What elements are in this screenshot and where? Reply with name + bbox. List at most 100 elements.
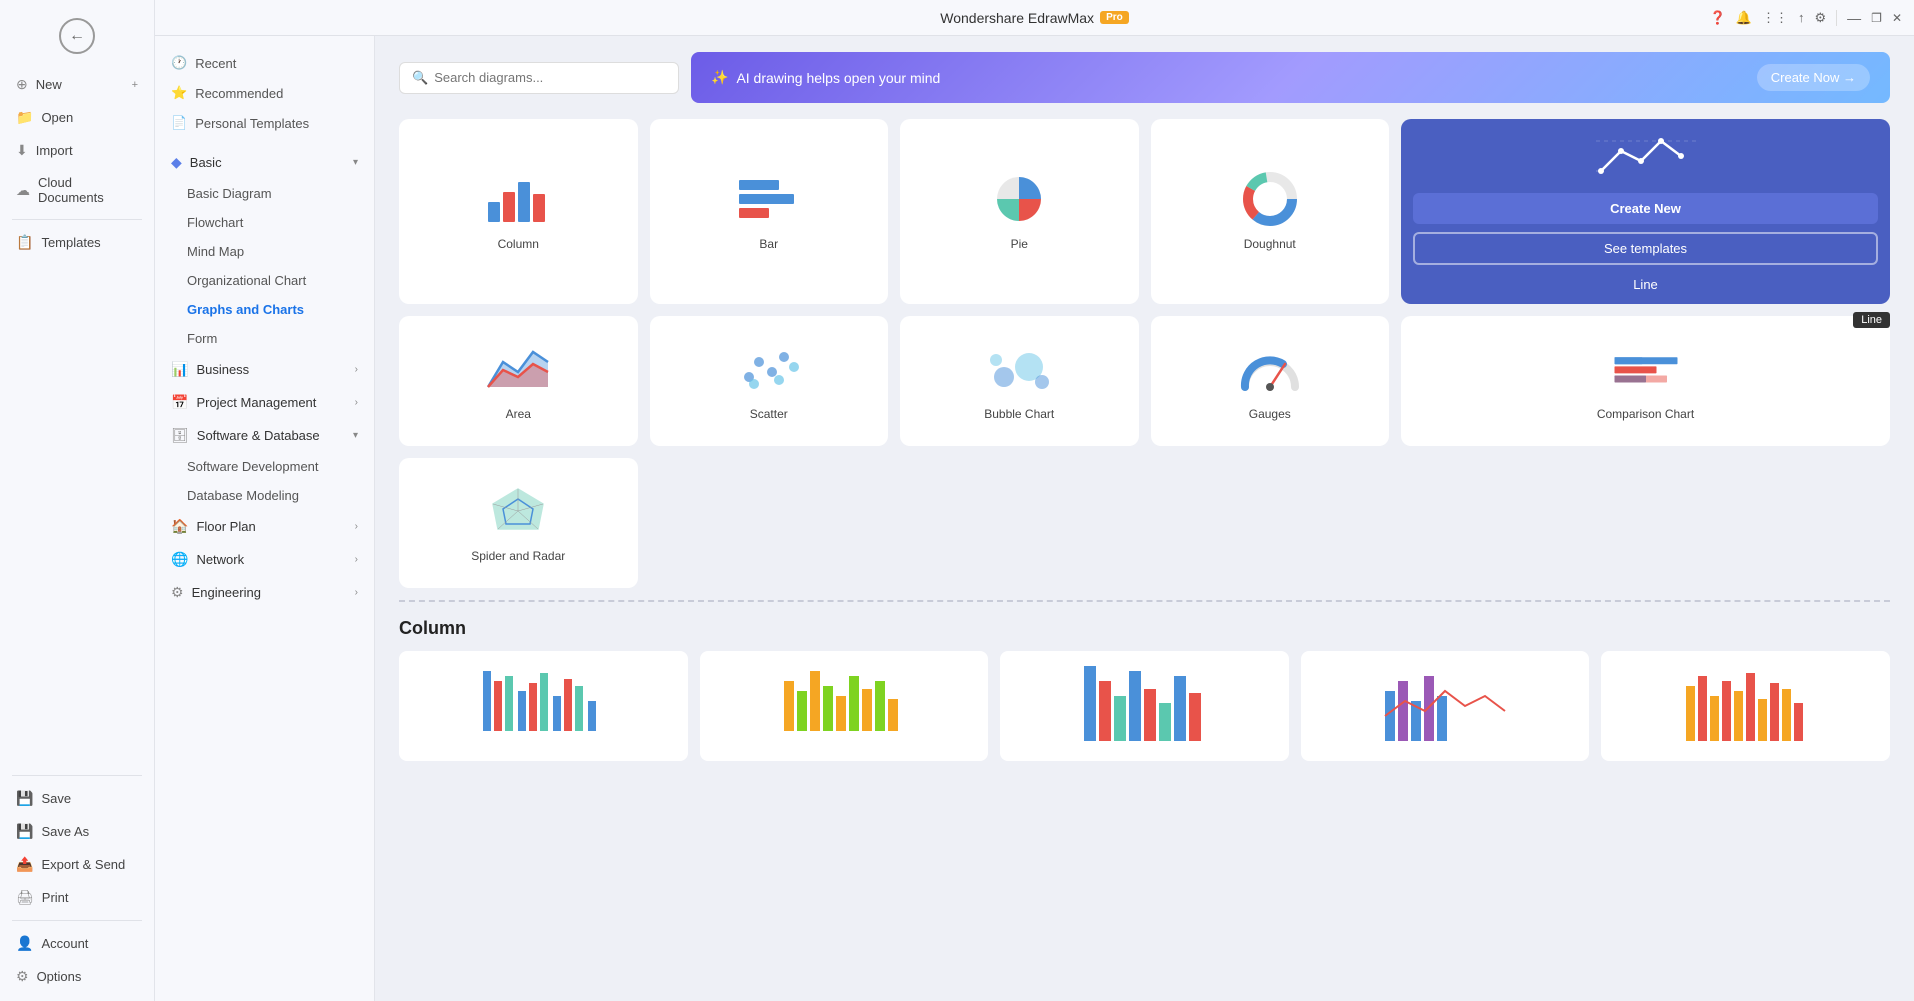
chart-card-line-special[interactable]: Create New See templates Line Line bbox=[1401, 119, 1890, 304]
template-card-1[interactable] bbox=[399, 651, 688, 761]
sidebar-item-open[interactable]: 📁 Open bbox=[0, 101, 154, 134]
charts-row3: Spider and Radar bbox=[399, 458, 1890, 588]
chart-card-column[interactable]: Column bbox=[399, 119, 638, 304]
sidebar-narrow: ← ⊕ New + 📁 Open ⬇ Import ☁ Cloud Docume… bbox=[0, 0, 155, 1001]
app-title: Wondershare EdrawMax bbox=[940, 10, 1094, 26]
template-placeholder-1 bbox=[399, 651, 688, 761]
chart-card-gauges[interactable]: Gauges bbox=[1151, 316, 1390, 446]
ai-banner-text: ✨ AI drawing helps open your mind bbox=[711, 69, 940, 86]
content-body: 🕐 Recent ⭐ Recommended 📄 Personal Templa… bbox=[155, 36, 1914, 1001]
minimize-button[interactable]: — bbox=[1847, 10, 1861, 26]
main-nav-section: ⊕ New + 📁 Open ⬇ Import ☁ Cloud Document… bbox=[0, 64, 154, 263]
nav-org-chart[interactable]: Organizational Chart bbox=[155, 266, 374, 295]
nav-section-network[interactable]: 🌐 Network › bbox=[155, 543, 374, 576]
template-card-5[interactable] bbox=[1601, 651, 1890, 761]
restore-button[interactable]: ❐ bbox=[1871, 11, 1882, 25]
sidebar-item-import[interactable]: ⬇ Import bbox=[0, 134, 154, 167]
column-label: Column bbox=[498, 237, 539, 251]
create-now-button[interactable]: Create Now → bbox=[1757, 64, 1870, 91]
template-preview-4 bbox=[1380, 661, 1510, 751]
chart-card-spider[interactable]: Spider and Radar bbox=[399, 458, 638, 588]
nav-section-engineering[interactable]: ⚙ Engineering › bbox=[155, 576, 374, 609]
search-input[interactable] bbox=[434, 70, 666, 85]
nav-basic-diagram[interactable]: Basic Diagram bbox=[155, 179, 374, 208]
sidebar-item-options[interactable]: ⚙ Options bbox=[0, 960, 154, 993]
print-icon: 🖨 bbox=[16, 889, 34, 906]
sidebar-item-account[interactable]: 👤 Account bbox=[0, 927, 154, 960]
section-divider bbox=[399, 600, 1890, 602]
sidebar-item-saveas[interactable]: 💾 Save As bbox=[0, 815, 154, 848]
nav-software-dev[interactable]: Software Development bbox=[155, 452, 374, 481]
nav-section-basic[interactable]: ◆ Basic ▾ bbox=[155, 146, 374, 179]
help-icon[interactable]: ❓ bbox=[1710, 10, 1726, 26]
divider3 bbox=[12, 920, 142, 921]
nav-mind-map[interactable]: Mind Map bbox=[155, 237, 374, 266]
area-label: Area bbox=[506, 407, 531, 421]
settings-icon[interactable]: ⚙ bbox=[1815, 10, 1827, 26]
top-bar: 🔍 ✨ AI drawing helps open your mind Crea… bbox=[399, 52, 1890, 103]
see-templates-button[interactable]: See templates bbox=[1413, 232, 1878, 265]
template-preview-2 bbox=[779, 661, 909, 751]
app-title-area: Wondershare EdrawMax Pro bbox=[940, 10, 1128, 26]
share-icon[interactable]: ↑ bbox=[1798, 10, 1805, 25]
line-chart-preview bbox=[1596, 131, 1696, 181]
search-box[interactable]: 🔍 bbox=[399, 62, 679, 94]
recent-icon: 🕐 bbox=[171, 55, 187, 71]
nav-section-business[interactable]: 📊 Business › bbox=[155, 353, 374, 386]
notifications-icon[interactable]: 🔔 bbox=[1736, 10, 1752, 26]
column-section-title: Column bbox=[399, 618, 1890, 639]
chevron-right-icon2: › bbox=[355, 397, 358, 408]
nav-flowchart[interactable]: Flowchart bbox=[155, 208, 374, 237]
floor-plan-icon: 🏠 bbox=[171, 518, 188, 535]
sidebar-item-print[interactable]: 🖨 Print bbox=[0, 881, 154, 914]
nav-recent[interactable]: 🕐 Recent bbox=[155, 48, 374, 78]
sidebar-item-cloud[interactable]: ☁ Cloud Documents bbox=[0, 167, 154, 213]
business-icon: 📊 bbox=[171, 361, 188, 378]
personal-icon: 📄 bbox=[171, 115, 187, 131]
software-db-sub-items: Software Development Database Modeling bbox=[155, 452, 374, 510]
content-area: Wondershare EdrawMax Pro ❓ 🔔 ⋮⋮ ↑ ⚙ — ❐ … bbox=[155, 0, 1914, 1001]
chart-card-bar[interactable]: Bar bbox=[650, 119, 889, 304]
chevron-down-icon2: ▾ bbox=[353, 430, 358, 441]
close-button[interactable]: ✕ bbox=[1892, 11, 1902, 25]
template-card-3[interactable] bbox=[1000, 651, 1289, 761]
template-card-2[interactable] bbox=[700, 651, 989, 761]
sidebar-item-templates[interactable]: 📋 Templates bbox=[0, 226, 154, 259]
apps-icon[interactable]: ⋮⋮ bbox=[1762, 10, 1788, 26]
pie-chart-icon bbox=[984, 172, 1054, 227]
nav-personal-templates[interactable]: 📄 Personal Templates bbox=[155, 108, 374, 138]
spider-label: Spider and Radar bbox=[471, 549, 565, 563]
chart-card-scatter[interactable]: Scatter bbox=[650, 316, 889, 446]
nav-graphs-charts[interactable]: Graphs and Charts bbox=[155, 295, 374, 324]
chevron-right-icon5: › bbox=[355, 587, 358, 598]
template-card-4[interactable] bbox=[1301, 651, 1590, 761]
account-icon: 👤 bbox=[16, 935, 33, 952]
nav-recommended[interactable]: ⭐ Recommended bbox=[155, 78, 374, 108]
nav-section-floor-plan[interactable]: 🏠 Floor Plan › bbox=[155, 510, 374, 543]
create-new-button[interactable]: Create New bbox=[1413, 193, 1878, 224]
nav-form[interactable]: Form bbox=[155, 324, 374, 353]
back-button[interactable]: ← bbox=[0, 8, 154, 64]
nav-db-modeling[interactable]: Database Modeling bbox=[155, 481, 374, 510]
basic-sub-items: Basic Diagram Flowchart Mind Map Organiz… bbox=[155, 179, 374, 353]
comparison-label: Comparison Chart bbox=[1597, 407, 1694, 421]
chart-card-doughnut[interactable]: Doughnut bbox=[1151, 119, 1390, 304]
chevron-right-icon4: › bbox=[355, 554, 358, 565]
chart-card-comparison[interactable]: Comparison Chart bbox=[1401, 316, 1890, 446]
chart-card-pie[interactable]: Pie bbox=[900, 119, 1139, 304]
template-placeholder-2 bbox=[700, 651, 989, 761]
line-chart-label: Line bbox=[1633, 277, 1658, 292]
chart-card-bubble[interactable]: Bubble Chart bbox=[900, 316, 1139, 446]
nav-section-project-mgmt[interactable]: 📅 Project Management › bbox=[155, 386, 374, 419]
sidebar-item-save[interactable]: 💾 Save bbox=[0, 782, 154, 815]
template-placeholder-3 bbox=[1000, 651, 1289, 761]
scatter-label: Scatter bbox=[750, 407, 788, 421]
divider-vert bbox=[1836, 10, 1837, 26]
gauges-chart-icon bbox=[1235, 342, 1305, 397]
column-chart-icon bbox=[483, 172, 553, 227]
nav-section-software-db[interactable]: 🗄 Software & Database ▾ bbox=[155, 419, 374, 452]
sidebar-item-new[interactable]: ⊕ New + bbox=[0, 68, 154, 101]
chart-card-area[interactable]: Area bbox=[399, 316, 638, 446]
sidebar-bottom: 💾 Save 💾 Save As 📤 Export & Send 🖨 Print… bbox=[0, 769, 154, 993]
sidebar-item-export[interactable]: 📤 Export & Send bbox=[0, 848, 154, 881]
